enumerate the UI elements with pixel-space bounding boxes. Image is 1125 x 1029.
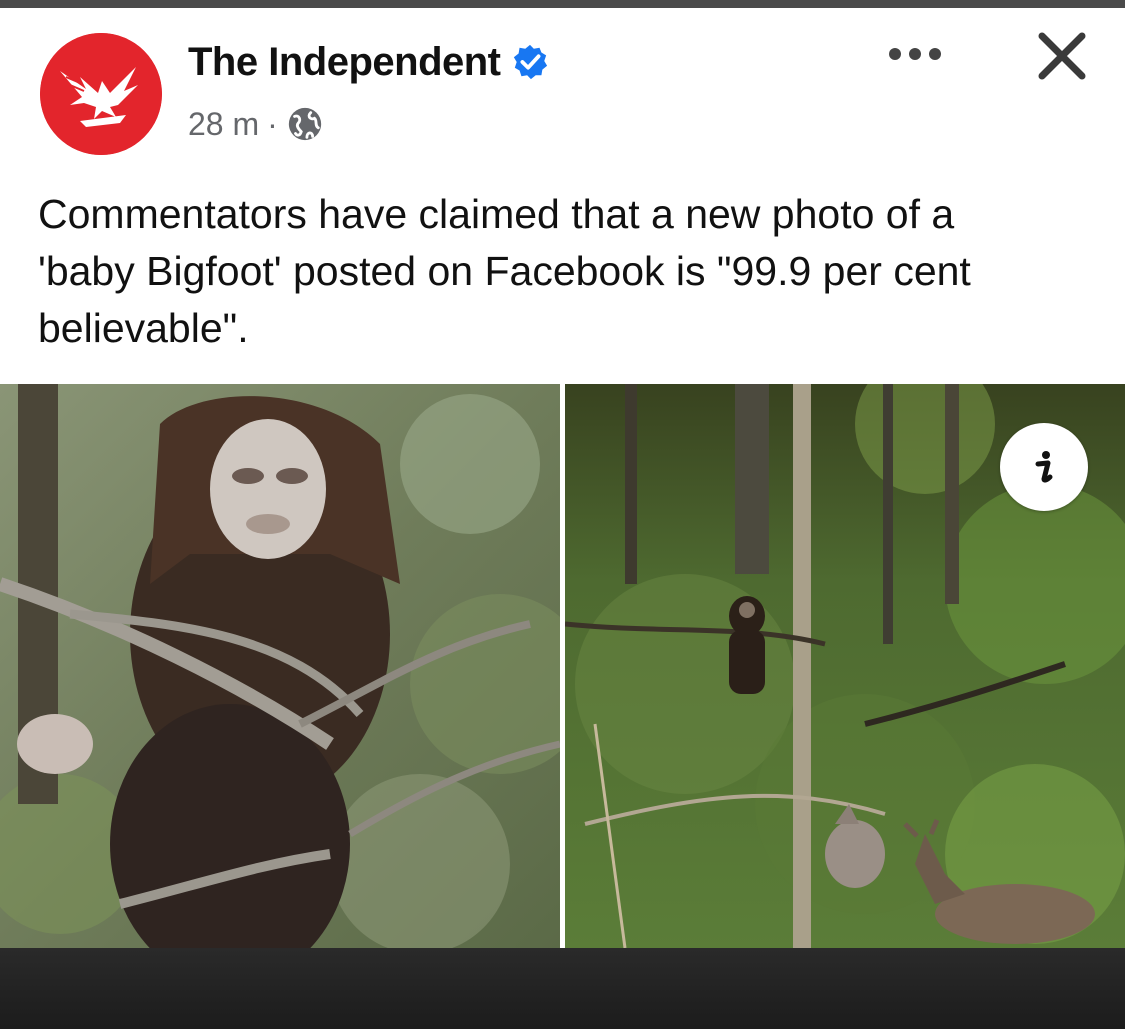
verified-badge-icon (511, 43, 549, 81)
eagle-logo-icon (40, 33, 162, 155)
meta-separator: · (267, 105, 278, 142)
bottom-bar (0, 948, 1125, 1029)
page-name-row: The Independent (188, 38, 549, 86)
post-photos[interactable] (0, 384, 1125, 948)
more-options-button[interactable] (885, 34, 945, 74)
top-strip (0, 0, 1125, 8)
info-button[interactable] (1000, 423, 1088, 511)
closeup-photo-image (0, 384, 560, 948)
more-options-icon (889, 48, 941, 60)
post-caption: Commentators have claimed that a new pho… (38, 191, 971, 351)
globe-icon[interactable] (286, 105, 324, 143)
info-icon (1035, 451, 1053, 483)
page-name[interactable]: The Independent (188, 40, 501, 85)
page-avatar[interactable] (40, 33, 162, 155)
photo-closeup[interactable] (0, 384, 560, 948)
post-meta: 28 m · (188, 102, 324, 146)
close-button[interactable] (1030, 24, 1094, 88)
post-timestamp[interactable]: 28 m (188, 106, 259, 143)
close-icon (1038, 32, 1086, 80)
